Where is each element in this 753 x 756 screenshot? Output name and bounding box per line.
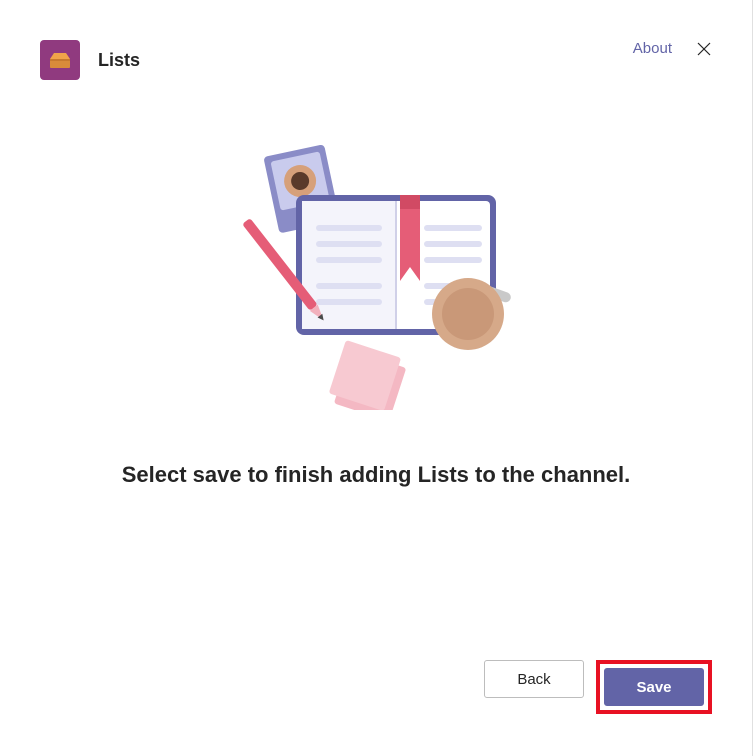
illustration [0, 140, 752, 410]
dialog-footer: Back Save [484, 660, 712, 714]
instruction-text: Select save to finish adding Lists to th… [0, 462, 752, 488]
dialog-header: Lists About [0, 0, 752, 80]
close-icon[interactable] [696, 41, 712, 57]
lists-app-icon [40, 40, 80, 80]
app-title: Lists [98, 50, 140, 71]
about-link[interactable]: About [633, 40, 672, 57]
save-button[interactable]: Save [604, 668, 704, 706]
save-button-highlight: Save [596, 660, 712, 714]
back-button[interactable]: Back [484, 660, 584, 698]
